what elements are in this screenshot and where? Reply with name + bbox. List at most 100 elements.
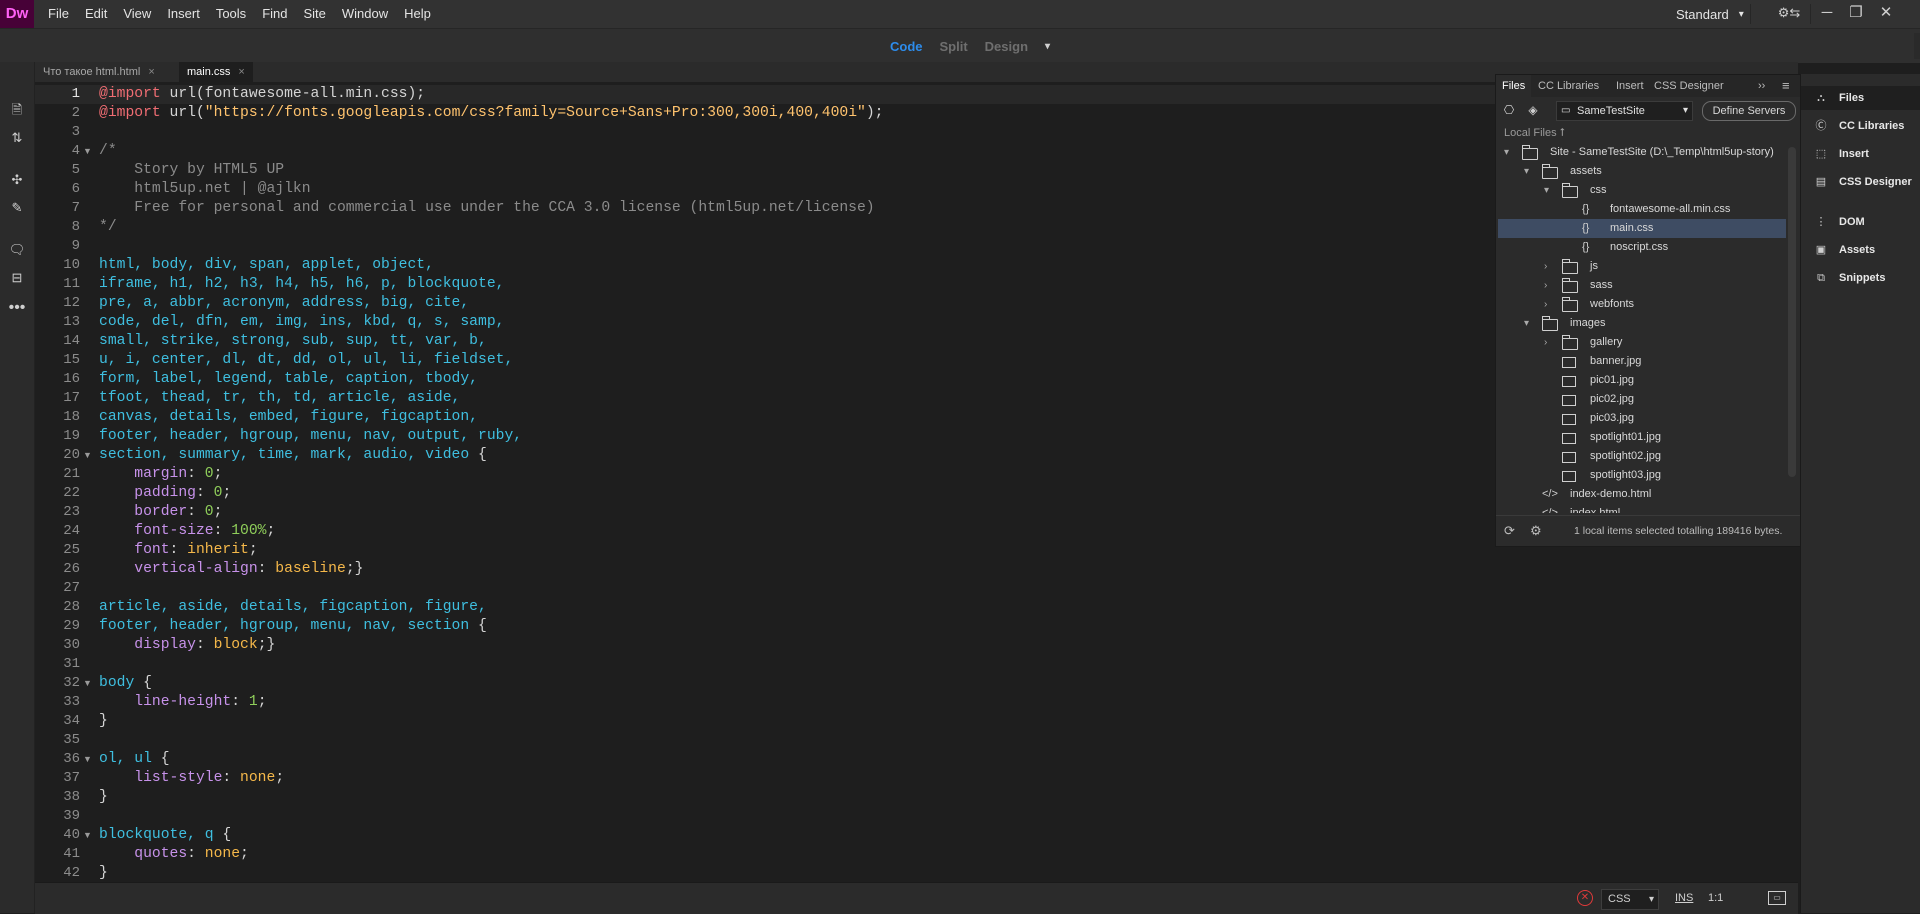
view-switcher-bar: Code Split Design ▾	[0, 28, 1920, 63]
chevron-down-icon[interactable]: ▾	[1045, 41, 1050, 52]
dock-item-assets[interactable]: ▣ Assets	[1801, 238, 1920, 262]
collapse-panel-icon[interactable]: ››	[1752, 75, 1771, 97]
dock-item-cc-libraries[interactable]: Ⓒ CC Libraries	[1801, 114, 1920, 138]
menu-tools[interactable]: Tools	[208, 0, 254, 28]
file-tree-item[interactable]: ▾ css	[1498, 181, 1786, 200]
workspace-switcher[interactable]: Standard ▾	[1676, 0, 1744, 28]
file-tree-item[interactable]: spotlight01.jpg	[1498, 428, 1786, 447]
dock-item-insert[interactable]: ⬚ Insert	[1801, 142, 1920, 166]
dock-item-files[interactable]: ⛬ Files	[1801, 86, 1920, 110]
code-token: block	[213, 637, 258, 653]
file-tree-item[interactable]: ▾ assets	[1498, 162, 1786, 181]
menu-site[interactable]: Site	[295, 0, 333, 28]
fold-toggle-icon[interactable]: ▼	[83, 142, 95, 161]
dock-item-css-designer[interactable]: ▤ CSS Designer	[1801, 170, 1920, 194]
tab-css-designer[interactable]: CSS Designer	[1648, 75, 1730, 97]
file-tree-label: Site - SameTestSite (D:\_Temp\html5up-st…	[1550, 146, 1774, 158]
chevron-right-icon[interactable]: ›	[1544, 333, 1547, 352]
tab-files[interactable]: Files	[1496, 75, 1532, 97]
panel-menu-icon[interactable]: ≡	[1776, 75, 1796, 97]
apply-comment-icon[interactable]: 🗨	[0, 238, 34, 262]
file-tree-item[interactable]: › sass	[1498, 276, 1786, 295]
format-source-icon[interactable]: ✎	[0, 196, 34, 220]
define-servers-button[interactable]: Define Servers	[1702, 101, 1796, 121]
site-select[interactable]: ▭ SameTestSite ▾	[1556, 101, 1693, 121]
chevron-down-icon[interactable]: ▾	[1544, 181, 1549, 200]
code-view-button[interactable]: Code	[890, 39, 923, 54]
file-tree-label: index.html	[1570, 507, 1621, 513]
close-window-button[interactable]: ✕	[1872, 0, 1900, 28]
minimize-button[interactable]: ─	[1813, 0, 1841, 28]
insert-mode[interactable]: INS	[1675, 883, 1693, 914]
sync-settings-icon[interactable]: ⚙⇆	[1772, 0, 1806, 28]
menu-window[interactable]: Window	[334, 0, 396, 28]
file-tree-item[interactable]: ▾ images	[1498, 314, 1786, 333]
close-icon[interactable]: ×	[148, 66, 154, 78]
fold-toggle-icon[interactable]: ▼	[83, 674, 95, 693]
fold-toggle-icon[interactable]: ▼	[83, 826, 95, 845]
preview-icon[interactable]: ▭	[1768, 891, 1786, 905]
code-token: ;	[275, 770, 285, 786]
close-icon[interactable]: ×	[238, 66, 244, 78]
code-line: iframe, h1, h2, h3, h4, h5, h6, p, block…	[99, 275, 883, 294]
chevron-down-icon[interactable]: ▾	[1504, 143, 1509, 162]
more-tools-icon[interactable]: •••	[0, 296, 34, 320]
code-line: quotes: none;	[99, 845, 883, 864]
chevron-right-icon[interactable]: ›	[1544, 276, 1547, 295]
site-settings-icon[interactable]: ⚙	[1530, 516, 1542, 546]
chevron-right-icon[interactable]: ›	[1544, 257, 1547, 276]
file-tree-item[interactable]: pic03.jpg	[1498, 409, 1786, 428]
file-tree-item[interactable]: </> index.html	[1498, 504, 1786, 513]
file-tree-item[interactable]: › js	[1498, 257, 1786, 276]
tab-main-css[interactable]: main.css ×	[179, 62, 253, 82]
tab-insert[interactable]: Insert	[1610, 75, 1650, 97]
fold-toggle-icon[interactable]: ▼	[83, 446, 95, 465]
error-icon[interactable]: ✕	[1577, 890, 1593, 906]
fold-toggle-icon[interactable]: ▼	[83, 750, 95, 769]
file-tree-item[interactable]: {} fontawesome-all.min.css	[1498, 200, 1786, 219]
code-token: small, strike, strong, sub, sup, tt, var…	[99, 333, 487, 349]
language-select[interactable]: CSS ▾	[1601, 889, 1659, 910]
tab-what-is-html[interactable]: Что такое html.html ×	[35, 62, 163, 82]
connect-server-icon[interactable]: ⎔	[1498, 98, 1520, 122]
chevron-down-icon[interactable]: ▾	[1524, 162, 1529, 181]
remove-comment-icon[interactable]: ⊟	[0, 266, 34, 290]
menu-help[interactable]: Help	[396, 0, 439, 28]
restore-button[interactable]: ❐	[1842, 0, 1870, 28]
tab-cc-libraries[interactable]: CC Libraries	[1532, 75, 1605, 97]
file-tree-item[interactable]: </> index-demo.html	[1498, 485, 1786, 504]
menu-insert[interactable]: Insert	[159, 0, 208, 28]
file-management-icon[interactable]: ⇅	[0, 126, 34, 150]
panel-scrollbar[interactable]	[1788, 147, 1796, 477]
dock-item-snippets[interactable]: ⧉ Snippets	[1801, 266, 1920, 290]
code-content[interactable]: @import url(fontawesome-all.min.css); @im…	[99, 85, 883, 881]
open-documents-icon[interactable]: 🗎	[0, 98, 34, 122]
split-view-button[interactable]: Split	[940, 39, 968, 54]
file-tree-item[interactable]: pic01.jpg	[1498, 371, 1786, 390]
menu-file[interactable]: File	[40, 0, 77, 28]
line-number: 20	[63, 447, 80, 463]
dock-item-dom[interactable]: ⋮ DOM	[1801, 210, 1920, 234]
file-tree-item[interactable]: {} main.css	[1498, 219, 1786, 238]
file-tree-item[interactable]: pic02.jpg	[1498, 390, 1786, 409]
design-view-button[interactable]: Design	[985, 39, 1028, 54]
menu-find[interactable]: Find	[254, 0, 295, 28]
chevron-down-icon[interactable]: ▾	[1524, 314, 1529, 333]
menu-view[interactable]: View	[115, 0, 159, 28]
file-tree-item[interactable]: spotlight02.jpg	[1498, 447, 1786, 466]
expand-all-icon[interactable]: ✣	[0, 168, 34, 192]
chevron-right-icon[interactable]: ›	[1544, 295, 1547, 314]
file-tree-item[interactable]: {} noscript.css	[1498, 238, 1786, 257]
menu-edit[interactable]: Edit	[77, 0, 115, 28]
file-tree-item[interactable]: › gallery	[1498, 333, 1786, 352]
line-number: 6	[71, 181, 80, 197]
git-icon[interactable]: ◈	[1522, 98, 1544, 122]
code-line: */	[99, 218, 883, 237]
line-number: 42	[63, 865, 80, 881]
refresh-icon[interactable]: ⟳	[1504, 516, 1515, 546]
file-tree-item[interactable]: › webfonts	[1498, 295, 1786, 314]
file-tree-item[interactable]: ▾ Site - SameTestSite (D:\_Temp\html5up-s…	[1498, 143, 1786, 162]
local-files-header[interactable]: Local Files ⭡	[1504, 127, 1565, 140]
file-tree-item[interactable]: banner.jpg	[1498, 352, 1786, 371]
file-tree-item[interactable]: spotlight03.jpg	[1498, 466, 1786, 485]
